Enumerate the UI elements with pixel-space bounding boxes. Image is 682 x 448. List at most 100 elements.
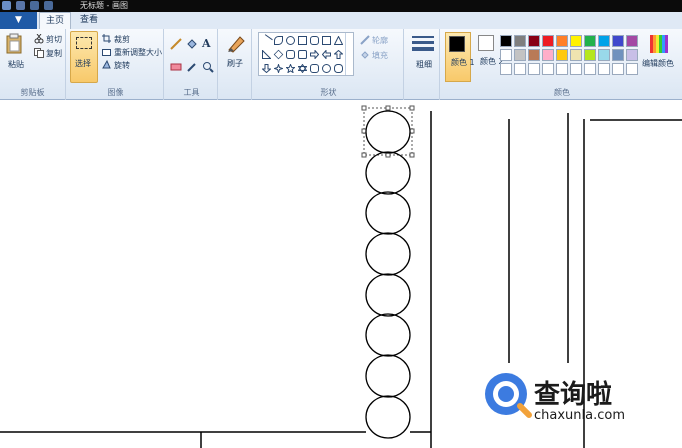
right-arrow-shape-icon[interactable] <box>310 49 320 60</box>
palette-color-swatch[interactable] <box>500 63 512 75</box>
ribbon-tabs: ▼ 主页 查看 <box>0 12 682 29</box>
palette-color-swatch[interactable] <box>556 63 568 75</box>
hexagon-shape-icon[interactable] <box>298 50 307 59</box>
polygon-shape-icon[interactable] <box>322 36 331 45</box>
copy-label[interactable]: 复制 <box>46 48 62 59</box>
palette-color-swatch[interactable] <box>556 35 568 47</box>
palette-color-swatch[interactable] <box>514 35 526 47</box>
rounded-callout-shape-icon[interactable] <box>310 64 319 73</box>
diamond-shape-icon[interactable] <box>273 49 284 60</box>
palette-color-swatch[interactable] <box>570 49 582 61</box>
selection-handles[interactable] <box>361 105 415 158</box>
fill-icon[interactable] <box>360 50 370 63</box>
palette-color-swatch[interactable] <box>570 35 582 47</box>
palette-color-swatch[interactable] <box>500 35 512 47</box>
palette-color-swatch[interactable] <box>542 49 554 61</box>
palette-color-swatch[interactable] <box>528 35 540 47</box>
right-triangle-shape-icon[interactable] <box>262 49 272 59</box>
size-icon[interactable] <box>412 35 434 56</box>
rectangle-shape-icon[interactable] <box>298 36 307 45</box>
redo-icon[interactable] <box>44 1 53 10</box>
six-point-star-shape-icon[interactable] <box>297 63 308 74</box>
up-arrow-shape-icon[interactable] <box>333 49 344 59</box>
palette-color-swatch[interactable] <box>626 35 638 47</box>
shapes-group-label: 形状 <box>320 88 337 97</box>
cut-label[interactable]: 剪切 <box>46 34 62 45</box>
palette-color-swatch[interactable] <box>514 63 526 75</box>
brush-icon[interactable] <box>226 33 246 56</box>
clipboard-group: 粘贴 剪切 复制 剪贴板 <box>0 29 66 100</box>
tab-view[interactable]: 查看 <box>75 12 103 29</box>
oval-shape-icon[interactable] <box>286 36 295 45</box>
shapes-scroll[interactable] <box>345 33 353 75</box>
eraser-icon[interactable] <box>170 61 182 73</box>
edit-colors-icon[interactable] <box>650 35 668 56</box>
tools-group: A 工具 <box>166 29 218 100</box>
resize-label[interactable]: 重新调整大小 <box>114 47 162 58</box>
color2-button[interactable]: 颜色 2 <box>475 32 504 82</box>
rotate-icon[interactable] <box>102 59 111 72</box>
magnifier-icon[interactable] <box>202 61 214 73</box>
palette-color-swatch[interactable] <box>584 63 596 75</box>
paint-menu-button[interactable]: ▼ <box>0 12 37 29</box>
left-arrow-shape-icon[interactable] <box>321 49 331 60</box>
palette-color-swatch[interactable] <box>626 49 638 61</box>
palette-color-swatch[interactable] <box>556 49 568 61</box>
fill-label[interactable]: 填充 <box>372 50 388 61</box>
palette-color-swatch[interactable] <box>598 63 610 75</box>
cloud-callout-shape-icon[interactable] <box>334 64 343 73</box>
color1-button[interactable]: 颜色 1 <box>445 32 475 82</box>
undo-icon[interactable] <box>30 1 39 10</box>
palette-color-swatch[interactable] <box>584 35 596 47</box>
palette-color-swatch[interactable] <box>612 63 624 75</box>
color1-label: 颜色 1 <box>451 58 475 67</box>
line-shape-icon[interactable] <box>260 34 273 47</box>
palette-color-swatch[interactable] <box>598 35 610 47</box>
rounded-rectangle-shape-icon[interactable] <box>310 36 319 45</box>
palette-color-swatch[interactable] <box>598 49 610 61</box>
palette-color-swatch[interactable] <box>542 35 554 47</box>
select-button[interactable]: 选择 <box>70 31 98 83</box>
outline-label[interactable]: 轮廓 <box>372 35 388 46</box>
rotate-label[interactable]: 旋转 <box>114 60 130 71</box>
palette-color-swatch[interactable] <box>542 63 554 75</box>
down-arrow-shape-icon[interactable] <box>261 64 272 74</box>
brushes-label[interactable]: 刷子 <box>227 58 243 69</box>
cut-icon[interactable] <box>34 33 44 47</box>
paste-button[interactable] <box>6 33 22 55</box>
curve-shape-icon[interactable] <box>274 36 283 45</box>
four-point-star-shape-icon[interactable] <box>272 62 285 75</box>
color-picker-icon[interactable] <box>186 61 198 73</box>
outline-icon[interactable] <box>360 35 370 48</box>
colors-group-label: 颜色 <box>554 88 570 97</box>
tab-home[interactable]: 主页 <box>39 12 71 29</box>
triangle-shape-icon[interactable] <box>333 35 344 45</box>
selection-rectangle[interactable] <box>363 107 413 156</box>
palette-color-swatch[interactable] <box>514 49 526 61</box>
watermark-text: 查询啦 <box>534 380 613 410</box>
palette-color-swatch[interactable] <box>612 49 624 61</box>
pentagon-shape-icon[interactable] <box>286 50 295 59</box>
drawing-canvas[interactable]: 查询啦 chaxunla.com <box>0 101 682 448</box>
fill-bucket-icon[interactable] <box>186 38 198 50</box>
palette-color-swatch[interactable] <box>500 49 512 61</box>
palette-color-swatch[interactable] <box>626 63 638 75</box>
palette-color-swatch[interactable] <box>528 49 540 61</box>
palette-color-swatch[interactable] <box>528 63 540 75</box>
app-icon[interactable] <box>2 1 11 10</box>
watermark-logo-icon <box>485 373 532 418</box>
crop-label[interactable]: 裁剪 <box>114 34 130 45</box>
save-icon[interactable] <box>16 1 25 10</box>
oval-callout-shape-icon[interactable] <box>322 64 331 73</box>
palette-color-swatch[interactable] <box>612 35 624 47</box>
crop-icon[interactable] <box>102 34 111 46</box>
palette-color-swatch[interactable] <box>584 49 596 61</box>
text-tool-icon[interactable]: A <box>202 37 214 50</box>
five-point-star-shape-icon[interactable] <box>285 63 296 74</box>
size-label[interactable]: 粗细 <box>416 59 432 70</box>
edit-colors-label[interactable]: 编辑颜色 <box>642 58 674 69</box>
pencil-icon[interactable] <box>170 38 182 50</box>
palette-color-swatch[interactable] <box>570 63 582 75</box>
resize-icon[interactable] <box>102 47 111 59</box>
copy-icon[interactable] <box>34 48 44 61</box>
